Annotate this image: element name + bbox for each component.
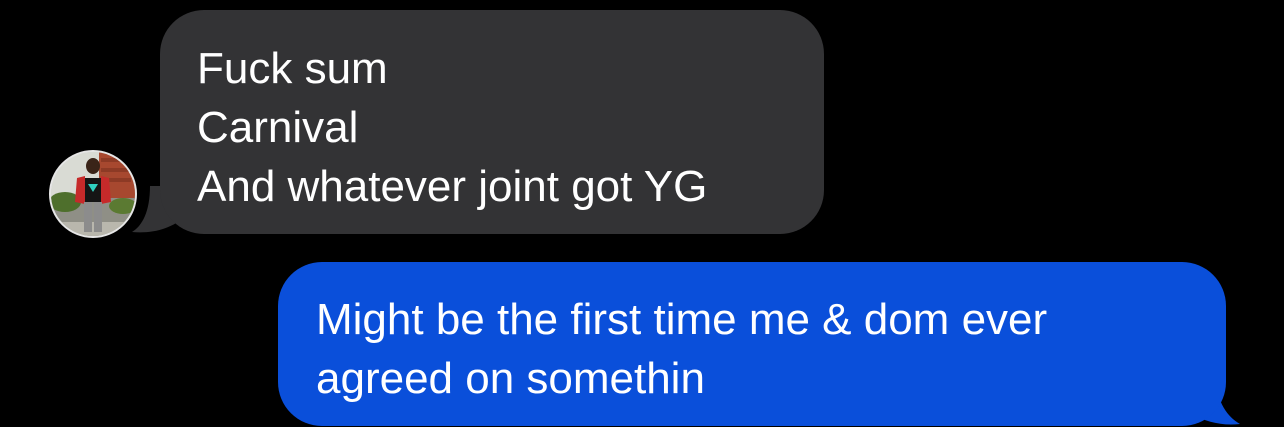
sender-avatar[interactable]: [49, 150, 137, 238]
outgoing-message-bubble[interactable]: Might be the first time me & dom ever ag…: [278, 262, 1226, 426]
incoming-message-text: Fuck sum Carnival And whatever joint got…: [197, 44, 708, 211]
incoming-message-bubble[interactable]: Fuck sum Carnival And whatever joint got…: [160, 10, 824, 234]
outgoing-message-text: Might be the first time me & dom ever ag…: [316, 295, 1048, 403]
contact-photo-icon: [51, 152, 135, 236]
